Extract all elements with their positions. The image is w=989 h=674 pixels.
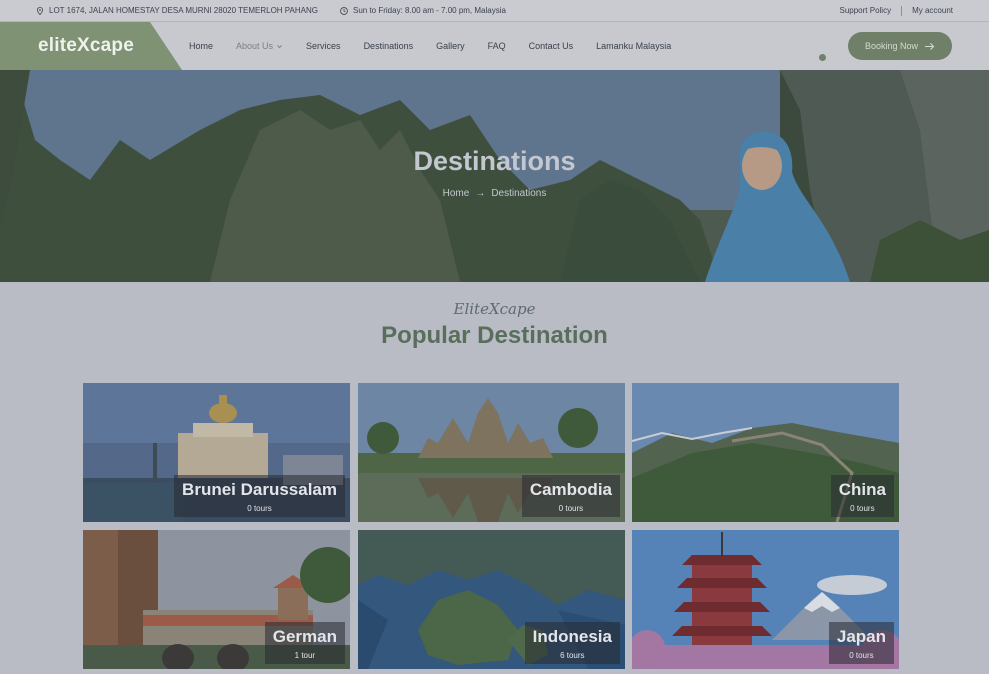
- destination-label: Brunei Darussalam 0 tours: [174, 475, 345, 517]
- hours-item: Sun to Friday: 8.00 am - 7.00 pm, Malays…: [340, 6, 506, 15]
- address-text: LOT 1674, JALAN HOMESTAY DESA MURNI 2802…: [49, 6, 318, 15]
- address-item: LOT 1674, JALAN HOMESTAY DESA MURNI 2802…: [36, 6, 318, 15]
- top-info-bar: LOT 1674, JALAN HOMESTAY DESA MURNI 2802…: [0, 0, 989, 22]
- destination-tour-count: 0 tours: [850, 504, 875, 513]
- divider: [901, 5, 903, 16]
- location-pin-icon: [37, 6, 43, 15]
- site-logo[interactable]: eliteXcape: [38, 35, 134, 57]
- destination-label: Indonesia 6 tours: [524, 622, 620, 664]
- section-title: Popular Destination: [381, 322, 608, 349]
- page-title: Destinations: [413, 146, 576, 176]
- nav-lamanku-malaysia[interactable]: Lamanku Malaysia: [596, 41, 671, 51]
- main-navbar: eliteXcape Home About Us Services Destin…: [0, 22, 989, 70]
- breadcrumb-current: Destinations: [491, 188, 547, 199]
- support-policy-link[interactable]: Support Policy: [840, 6, 892, 15]
- nav-about-us-label: About Us: [236, 41, 274, 51]
- nav-services[interactable]: Services: [306, 41, 341, 51]
- breadcrumb-separator: →: [475, 188, 486, 199]
- nav-home[interactable]: Home: [189, 41, 213, 51]
- destination-name: German: [272, 627, 337, 646]
- destination-card-japan[interactable]: Japan 0 tours: [632, 530, 899, 669]
- destination-name: Brunei Darussalam: [182, 480, 337, 499]
- breadcrumb-home[interactable]: Home: [443, 188, 470, 199]
- destination-tour-count: 0 tours: [558, 504, 584, 513]
- destination-tour-count: 6 tours: [560, 651, 585, 660]
- destination-name: Indonesia: [532, 627, 612, 646]
- booking-now-button[interactable]: Booking Now: [848, 32, 952, 60]
- nav-gallery[interactable]: Gallery: [436, 41, 465, 51]
- section-script-tagline: EliteXcape: [453, 300, 536, 318]
- destination-name: China: [838, 480, 886, 499]
- destination-label: German 1 tour: [264, 622, 345, 664]
- destination-tour-count: 1 tour: [294, 651, 316, 660]
- destination-tour-count: 0 tours: [849, 651, 874, 660]
- nav-faq[interactable]: FAQ: [488, 41, 506, 51]
- hours-text: Sun to Friday: 8.00 am - 7.00 pm, Malays…: [352, 6, 506, 15]
- hero-banner: Destinations Home → Destinations: [0, 70, 989, 282]
- nav-about-us[interactable]: About Us: [236, 41, 283, 51]
- chevron-down-icon: [277, 44, 282, 48]
- destination-label: China 0 tours: [830, 475, 894, 517]
- destination-label: Japan 0 tours: [828, 622, 894, 664]
- booking-now-label: Booking Now: [864, 41, 919, 51]
- my-account-link[interactable]: My account: [912, 6, 953, 15]
- nav-menu: Home About Us Services Destinations Gall…: [189, 22, 694, 70]
- destination-card-german[interactable]: German 1 tour: [83, 530, 350, 669]
- decorative-dot: [819, 54, 826, 61]
- clock-icon: [340, 6, 348, 15]
- destination-card-cambodia[interactable]: Cambodia 0 tours: [358, 383, 625, 522]
- destination-name: Japan: [836, 627, 886, 646]
- destination-card-brunei[interactable]: Brunei Darussalam 0 tours: [83, 383, 350, 522]
- logo-container[interactable]: eliteXcape: [0, 22, 182, 70]
- destination-card-china[interactable]: China 0 tours: [632, 383, 899, 522]
- destination-label: Cambodia 0 tours: [521, 475, 620, 517]
- destination-tour-count: 0 tours: [247, 504, 272, 513]
- destination-name: Cambodia: [529, 480, 612, 499]
- breadcrumb: Home → Destinations: [0, 188, 989, 199]
- nav-destinations[interactable]: Destinations: [364, 41, 414, 51]
- destination-card-indonesia[interactable]: Indonesia 6 tours: [358, 530, 625, 669]
- nav-contact-us[interactable]: Contact Us: [529, 41, 574, 51]
- arrow-right-icon: [925, 42, 935, 50]
